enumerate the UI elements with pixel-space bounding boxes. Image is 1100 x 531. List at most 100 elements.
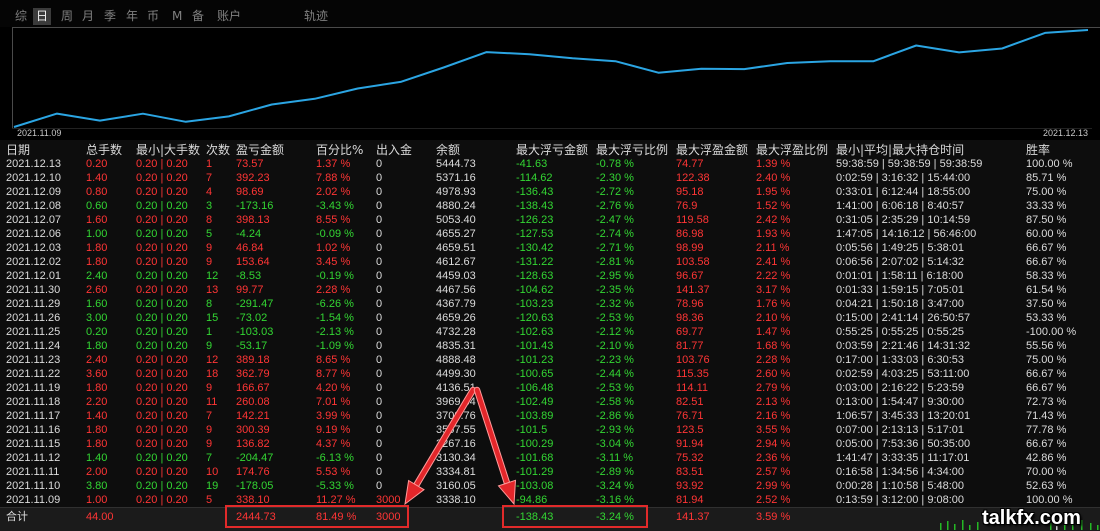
table-row[interactable]: 2021.11.26 3.00 0.20 | 0.20 15 -73.02 -1.54 %… [0, 311, 1100, 325]
cell-hold-time: 0:17:00 | 1:33:03 | 6:30:53 [836, 354, 965, 366]
table-row[interactable]: 2021.11.17 1.40 0.20 | 0.20 7 142.21 3.99 % 0 3… [0, 409, 1100, 423]
header-total-lots[interactable]: 总手数 [86, 143, 122, 157]
table-row[interactable]: 2021.11.10 3.80 0.20 | 0.20 19 -178.05 -5.33 … [0, 479, 1100, 493]
header-max-float-loss[interactable]: 最大浮亏金额 [516, 143, 588, 157]
table-row[interactable]: 2021.12.07 1.60 0.20 | 0.20 8 398.13 8.55 % 0 5… [0, 213, 1100, 227]
tab-note[interactable]: 备 [189, 8, 207, 25]
cell-float-profit-pct: 2.10 % [756, 312, 791, 324]
cell-count: 12 [206, 270, 219, 282]
header-max-float-profit[interactable]: 最大浮盈金额 [676, 143, 748, 157]
cell-count: 9 [206, 438, 213, 450]
table-row[interactable]: 2021.12.08 0.60 0.20 | 0.20 3 -173.16 -3.43 %… [0, 199, 1100, 213]
cell-minmax: 0.20 | 0.20 [136, 214, 188, 226]
tab-weekly[interactable]: 周 [58, 8, 76, 25]
cell-float-loss-pct: -3.04 % [596, 438, 634, 450]
header-hold-time[interactable]: 最小|平均|最大持仓时间 [836, 143, 964, 157]
cell-pct: 8.55 % [316, 214, 351, 226]
cell-pnl: 73.57 [236, 158, 264, 170]
table-row[interactable]: 2021.12.01 2.40 0.20 | 0.20 12 -8.53 -0.19 % 0… [0, 269, 1100, 283]
cell-count: 7 [206, 410, 213, 422]
cell-win-rate: 85.71 % [1026, 172, 1067, 184]
cell-float-profit: 82.51 [676, 396, 704, 408]
table-row[interactable]: 2021.11.29 1.60 0.20 | 0.20 8 -291.47 -6.26 %… [0, 297, 1100, 311]
table-row[interactable]: 2021.12.10 1.40 0.20 | 0.20 7 392.23 7.88 % 0 5… [0, 171, 1100, 185]
table-row[interactable]: 2021.11.24 1.80 0.20 | 0.20 9 -53.17 -1.09 % 0… [0, 339, 1100, 353]
header-max-float-profit-pct[interactable]: 最大浮盈比例 [756, 143, 828, 157]
cell-pct: 9.19 % [316, 424, 351, 436]
cell-flow: 0 [376, 438, 383, 450]
cell-count: 5 [206, 494, 213, 506]
table-row[interactable]: 2021.11.22 3.60 0.20 | 0.20 18 362.79 8.77 % 0… [0, 367, 1100, 381]
header-trade-count[interactable]: 次数 [206, 143, 230, 157]
cell-flow: 0 [376, 284, 383, 296]
cell-balance: 4467.56 [436, 284, 476, 296]
table-row[interactable]: 2021.12.03 1.80 0.20 | 0.20 9 46.84 1.02 % 0 46… [0, 241, 1100, 255]
cell-flow: 0 [376, 424, 383, 436]
table-row[interactable]: 2021.11.11 2.00 0.20 | 0.20 10 174.76 5.53 % 0… [0, 465, 1100, 479]
tab-summary[interactable]: 综 [12, 8, 30, 25]
header-date[interactable]: 日期 [6, 143, 30, 157]
header-profit[interactable]: 盈亏金额 [236, 143, 284, 157]
cell-pnl: -173.16 [236, 200, 274, 212]
header-balance[interactable]: 余额 [436, 143, 460, 157]
cell-float-loss: -136.43 [516, 186, 554, 198]
table-row[interactable]: 2021.12.02 1.80 0.20 | 0.20 9 153.64 3.45 % 0 4… [0, 255, 1100, 269]
cell-hold-time: 1:41:00 | 6:06:18 | 8:40:57 [836, 200, 965, 212]
cell-float-loss: -103.08 [516, 480, 554, 492]
table-row[interactable]: 2021.11.23 2.40 0.20 | 0.20 12 389.18 8.65 % 0… [0, 353, 1100, 367]
cell-win-rate: 58.33 % [1026, 270, 1067, 282]
cell-pnl: -178.05 [236, 480, 274, 492]
header-win-rate[interactable]: 胜率 [1026, 143, 1050, 157]
cell-flow: 0 [376, 368, 383, 380]
cell-pnl: 99.77 [236, 284, 264, 296]
cell-lots: 0.20 [86, 326, 108, 338]
cell-float-loss-pct: -2.12 % [596, 326, 634, 338]
tab-track[interactable]: 轨迹 [301, 8, 331, 25]
table-row[interactable]: 2021.11.16 1.80 0.20 | 0.20 9 300.39 9.19 % 0 3… [0, 423, 1100, 437]
cell-lots: 1.60 [86, 214, 108, 226]
tab-yearly[interactable]: 年 [123, 8, 141, 25]
volume-bar [1090, 523, 1092, 530]
cell-win-rate: 66.67 % [1026, 256, 1067, 268]
cell-pnl: 362.79 [236, 368, 270, 380]
tab-daily[interactable]: 日 [33, 8, 52, 25]
header-min-max-lots[interactable]: 最小|大手数 [136, 143, 200, 157]
cell-float-profit: 123.5 [676, 424, 704, 436]
header-percent[interactable]: 百分比% [316, 143, 363, 157]
table-row[interactable]: 2021.11.15 1.80 0.20 | 0.20 9 136.82 4.37 % 0 3… [0, 437, 1100, 451]
cell-win-rate: 72.73 % [1026, 396, 1067, 408]
table-row[interactable]: 2021.11.19 1.80 0.20 | 0.20 9 166.67 4.20 % 0 4… [0, 381, 1100, 395]
cell-hold-time: 0:05:56 | 1:49:25 | 5:38:01 [836, 242, 965, 254]
table-row[interactable]: 2021.11.30 2.60 0.20 | 0.20 13 99.77 2.28 % 0 4… [0, 283, 1100, 297]
total-pnl: 2444.73 [236, 511, 276, 523]
balance-chart-svg: 2021.11.09 2021.12.13 [12, 27, 1100, 138]
cell-hold-time: 0:01:33 | 1:59:15 | 7:05:01 [836, 284, 965, 296]
cell-count: 9 [206, 242, 213, 254]
table-row[interactable]: 2021.12.09 0.80 0.20 | 0.20 4 98.69 2.02 % 0 49… [0, 185, 1100, 199]
tab-monthly[interactable]: 月 [79, 8, 97, 25]
cell-pnl: 338.10 [236, 494, 270, 506]
cell-hold-time: 1:47:05 | 14:16:12 | 56:46:00 [836, 228, 977, 240]
cell-date: 2021.12.09 [6, 186, 62, 198]
table-row[interactable]: 2021.11.12 1.40 0.20 | 0.20 7 -204.47 -6.13 %… [0, 451, 1100, 465]
table-row[interactable]: 2021.11.25 0.20 0.20 | 0.20 1 -103.03 -2.13 %… [0, 325, 1100, 339]
cell-pnl: -53.17 [236, 340, 268, 352]
total-float-profit-pct: 3.59 % [756, 511, 791, 523]
cell-minmax: 0.20 | 0.20 [136, 326, 188, 338]
cell-date: 2021.11.10 [6, 480, 61, 492]
total-row[interactable]: 合计 44.00 2444.73 81.49 % 3000 -138.43 -3.24 % 1… [0, 507, 1100, 531]
cell-minmax: 0.20 | 0.20 [136, 480, 188, 492]
table-row[interactable]: 2021.12.06 1.00 0.20 | 0.20 5 -4.24 -0.09 % 0 4… [0, 227, 1100, 241]
tab-magic[interactable]: M [169, 8, 185, 25]
header-deposit-withdrawal[interactable]: 出入金 [376, 143, 412, 157]
cell-float-profit-pct: 2.42 % [756, 214, 791, 226]
tab-account[interactable]: 账户 [214, 8, 244, 25]
tab-symbol[interactable]: 币 [144, 8, 162, 25]
cell-float-loss: -100.65 [516, 368, 554, 380]
cell-count: 10 [206, 466, 219, 478]
table-row[interactable]: 2021.11.18 2.20 0.20 | 0.20 11 260.08 7.01 % 0… [0, 395, 1100, 409]
header-max-float-loss-pct[interactable]: 最大浮亏比例 [596, 143, 668, 157]
table-row[interactable]: 2021.11.09 1.00 0.20 | 0.20 5 338.10 11.27 % 3… [0, 493, 1100, 507]
tab-quarterly[interactable]: 季 [101, 8, 119, 25]
table-row[interactable]: 2021.12.13 0.20 0.20 | 0.20 1 73.57 1.37 % 0 54… [0, 157, 1100, 171]
